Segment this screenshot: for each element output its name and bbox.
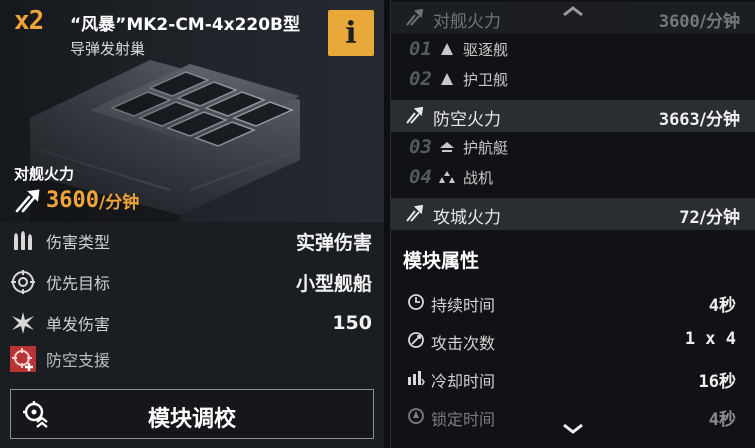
attribute-label: 攻击次数 [431, 334, 496, 353]
stat-label: 伤害类型 [46, 233, 111, 252]
target-label: 护航艇 [463, 139, 509, 157]
attribute-label: 冷却时间 [431, 372, 496, 391]
target-index: 01 [409, 38, 432, 60]
crosshair-icon [11, 270, 35, 294]
target-index: 03 [409, 136, 432, 158]
band-siege: 攻城火力 72/分钟 [391, 198, 755, 230]
band-label: 攻城火力 [433, 208, 501, 228]
fighter-icon [439, 171, 455, 183]
burst-icon [12, 312, 34, 334]
firepower-details-panel[interactable]: 对舰火力 3600/分钟 01 驱逐舰 02 护卫舰 防空火力 3663/分钟 … [390, 0, 755, 448]
clock-icon [408, 294, 424, 310]
target-label: 驱逐舰 [463, 41, 509, 59]
attribute-value: 1 x 4 [684, 329, 736, 349]
module-calibrate-button[interactable]: 模块调校 [10, 389, 374, 439]
target-row: 03 护航艇 [391, 132, 755, 162]
attribute-row: 攻击次数 1 x 4 [391, 322, 755, 358]
stat-label: 优先目标 [46, 274, 111, 293]
attribute-value: 16秒 [698, 372, 736, 392]
stat-damage-type: 伤害类型 实弹伤害 [0, 222, 384, 260]
stat-label: 单发伤害 [46, 315, 111, 334]
stat-priority-target: 优先目标 小型舰船 [0, 263, 384, 301]
band-value: 3663/分钟 [658, 110, 740, 130]
scroll-down-icon[interactable] [561, 422, 585, 436]
band-value: 3600/分钟 [658, 12, 740, 32]
stat-single-damage: 单发伤害 150 [0, 304, 384, 342]
stat-value: 小型舰船 [295, 272, 372, 295]
attribute-row: 持续时间 4秒 [391, 284, 755, 320]
firepower-value: 3600 [46, 188, 99, 213]
stat-anti-air-support[interactable]: 防空支援 [0, 340, 384, 378]
module-count: x2 [14, 6, 44, 36]
anti-ship-icon [15, 189, 40, 212]
corvette-icon [440, 142, 454, 152]
target-label: 护卫舰 [463, 71, 509, 89]
band-label: 防空火力 [433, 110, 501, 130]
firepower-readout: 3600 /分钟 [14, 188, 139, 213]
frigate-icon [441, 73, 453, 85]
band-label: 对舰火力 [433, 12, 501, 32]
band-anti-air: 防空火力 3663/分钟 [391, 100, 755, 132]
module-title: “风暴”MK2-CM-4x220B型 [70, 15, 301, 35]
stat-value: 150 [332, 312, 372, 334]
target-label: 战机 [463, 169, 494, 187]
lock-on-icon [408, 408, 424, 424]
target-row: 04 战机 [391, 162, 755, 192]
attribute-value: 4秒 [708, 410, 736, 430]
attack-count-icon [408, 332, 424, 348]
shells-icon [14, 231, 32, 250]
cooldown-icon [408, 371, 425, 386]
module-subtitle: 导弹发射巢 [70, 40, 146, 58]
info-button[interactable]: i [328, 10, 374, 56]
anti-ship-icon [406, 9, 423, 26]
band-value: 72/分钟 [679, 208, 740, 228]
attribute-row: 冷却时间 16秒 [391, 360, 755, 396]
info-icon: i [345, 15, 357, 51]
target-index: 02 [409, 68, 432, 90]
firepower-label: 对舰火力 [14, 165, 75, 183]
calibrate-label: 模块调校 [147, 407, 236, 432]
attributes-heading: 模块属性 [403, 250, 480, 272]
firepower-unit: /分钟 [98, 193, 140, 213]
band-anti-ship: 对舰火力 3600/分钟 [391, 2, 755, 34]
module-card: x2 “风暴”MK2-CM-4x220B型 导弹发射巢 i 对舰火力 3600 … [0, 0, 384, 448]
attribute-label: 持续时间 [431, 296, 496, 315]
attribute-value: 4秒 [708, 296, 736, 316]
target-row: 02 护卫舰 [391, 64, 755, 94]
anti-air-icon [406, 107, 423, 124]
destroyer-icon [441, 43, 453, 55]
target-index: 04 [409, 166, 432, 188]
siege-icon [406, 205, 423, 222]
stat-label: 防空支援 [46, 351, 111, 370]
stat-value: 实弹伤害 [295, 231, 372, 254]
target-row: 01 驱逐舰 [391, 34, 755, 64]
attribute-label: 锁定时间 [431, 410, 496, 429]
anti-air-support-icon [10, 346, 36, 372]
